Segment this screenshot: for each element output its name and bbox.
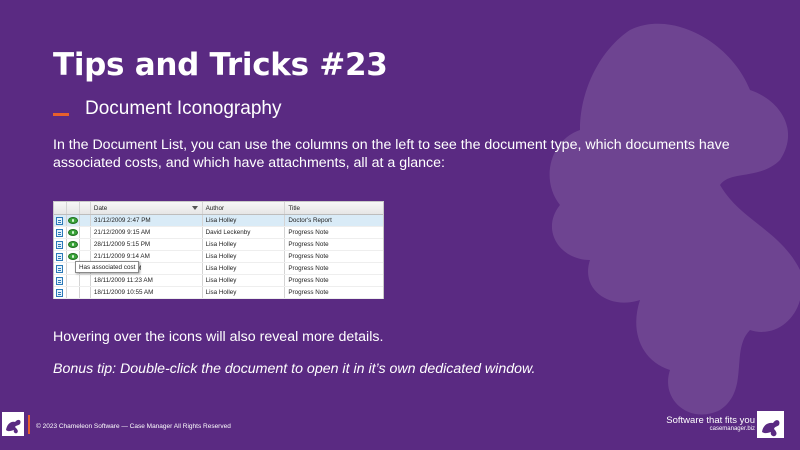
document-icon[interactable]: [56, 276, 63, 285]
document-icon[interactable]: [56, 288, 63, 297]
author-cell: Lisa Holley: [203, 287, 286, 298]
subtitle-row: Document Iconography: [53, 98, 281, 120]
title-cell: Progress Note: [288, 229, 329, 236]
cost-cell: [67, 215, 80, 226]
header-cost-column: [67, 202, 80, 214]
document-icon[interactable]: [56, 264, 63, 273]
header-author: Author: [203, 202, 286, 214]
type-cell: [54, 263, 67, 274]
author-cell: Lisa Holley: [203, 251, 286, 262]
date-cell: 31/12/2009 2:47 PM: [91, 215, 203, 226]
title-cell: Progress Note: [288, 241, 329, 248]
title-cell: Progress Note: [288, 277, 329, 284]
cost-cell: [67, 275, 80, 286]
slide-subtitle: Document Iconography: [85, 98, 282, 119]
type-cell: [54, 275, 67, 286]
document-icon[interactable]: [56, 252, 63, 261]
cost-cell: [67, 239, 80, 250]
chameleon-logo-icon: [2, 412, 24, 436]
money-icon[interactable]: [67, 217, 78, 224]
header-date: Date: [91, 202, 203, 214]
date-cell: 18/11/2009 11:23 AM: [91, 275, 203, 286]
author-cell: Lisa Holley: [203, 263, 286, 274]
title-cell: Progress Note: [288, 253, 329, 260]
type-cell: [54, 227, 67, 238]
attachment-cell: [80, 287, 91, 298]
header-title: Title: [288, 204, 300, 212]
bonus-tip-text: Bonus tip: Double-click the document to …: [53, 361, 536, 377]
date-cell: 28/11/2009 5:15 PM: [91, 239, 203, 250]
table-row[interactable]: 21/12/2009 9:15 AM David Leckenby Progress…: [54, 227, 383, 239]
type-cell: [54, 215, 67, 226]
attachment-cell: [80, 215, 91, 226]
type-cell: [54, 287, 67, 298]
slide: Tips and Tricks #23 Document Iconography…: [0, 0, 800, 450]
tagline-text: Software that fits you: [666, 415, 755, 426]
attachment-cell: [80, 227, 91, 238]
date-cell: 21/12/2009 9:15 AM: [91, 227, 203, 238]
cost-cell: [67, 287, 80, 298]
tagline: Software that fits you casemanager.biz: [666, 416, 755, 433]
header-date-label: Date: [93, 204, 108, 212]
author-cell: Lisa Holley: [203, 215, 286, 226]
money-icon[interactable]: [67, 253, 78, 260]
document-icon[interactable]: [56, 240, 63, 249]
author-cell: Lisa Holley: [203, 275, 286, 286]
document-list-screenshot: Date Author Title 31/12/2009 2:47 PM Lisa…: [53, 201, 384, 299]
type-cell: [54, 239, 67, 250]
footer-accent-bar: [28, 415, 30, 434]
accent-dash: [53, 112, 69, 116]
cost-cell: [67, 227, 80, 238]
intro-paragraph: In the Document List, you can use the co…: [53, 137, 730, 171]
document-list-body: 31/12/2009 2:47 PM Lisa Holley Doctor's Re…: [54, 215, 383, 299]
hover-tip-text: Hovering over the icons will also reveal…: [53, 329, 384, 345]
money-icon[interactable]: [67, 229, 78, 236]
type-cell: [54, 251, 67, 262]
table-row[interactable]: 18/11/2009 10:55 AM Lisa Holley Progress N…: [54, 287, 383, 299]
money-icon[interactable]: [67, 241, 78, 248]
table-row[interactable]: 18/11/2009 11:23 AM Lisa Holley Progress N…: [54, 275, 383, 287]
brand-logo-icon: [757, 411, 784, 438]
table-row[interactable]: 31/12/2009 2:47 PM Lisa Holley Doctor's Re…: [54, 215, 383, 227]
header-attachment-column: [80, 202, 91, 214]
document-icon[interactable]: [56, 216, 63, 225]
document-list-header: Date Author Title: [54, 202, 383, 215]
attachment-cell: [80, 239, 91, 250]
title-cell: Progress Note: [288, 265, 329, 272]
attachment-cell: [80, 275, 91, 286]
author-cell: Lisa Holley: [203, 239, 286, 250]
table-row[interactable]: 28/11/2009 5:15 PM Lisa Holley Progress No…: [54, 239, 383, 251]
header-type-column: [54, 202, 67, 214]
slide-title: Tips and Tricks #23: [53, 47, 388, 83]
title-cell: Progress Note: [288, 289, 329, 296]
website-url[interactable]: casemanager.biz: [666, 426, 755, 433]
copyright-text: © 2023 Chameleon Software — Case Manager…: [36, 423, 231, 430]
sort-arrow-icon: [191, 206, 198, 210]
date-cell: 18/11/2009 10:55 AM: [91, 287, 203, 298]
author-cell: David Leckenby: [203, 227, 286, 238]
title-cell: Doctor's Report: [288, 217, 332, 224]
cost-tooltip: Has associated cost: [75, 261, 140, 273]
document-icon[interactable]: [56, 228, 63, 237]
